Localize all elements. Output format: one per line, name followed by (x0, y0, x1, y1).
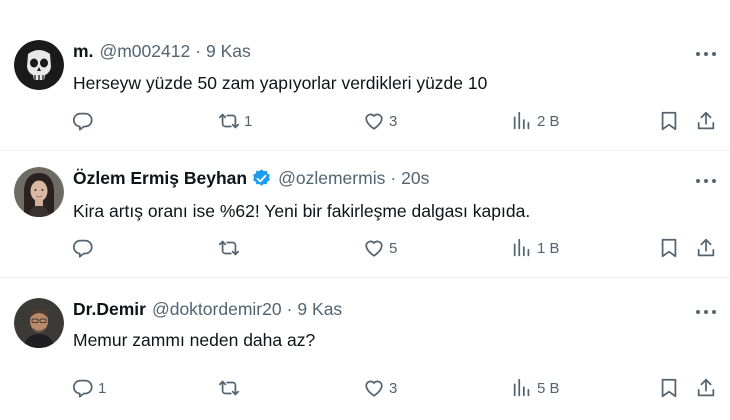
reply-icon (72, 379, 93, 398)
tweet[interactable]: Özlem Ermiş Beyhan @ozlemermis · 20s Kir… (0, 151, 730, 278)
timestamp[interactable]: 9 Kas (297, 299, 342, 320)
user-handle[interactable]: @m002412 (99, 41, 190, 62)
reply-icon (72, 239, 93, 258)
views-button[interactable]: 1 B (511, 234, 560, 262)
timestamp[interactable]: 20s (401, 168, 429, 189)
share-button[interactable] (695, 107, 717, 135)
action-bar: 1 3 2 B (0, 107, 730, 135)
avatar[interactable] (14, 298, 64, 348)
bookmark-button[interactable] (658, 374, 680, 402)
user-handle[interactable]: @doktordemir20 (152, 299, 282, 320)
separator-dot: · (286, 299, 293, 319)
like-count: 3 (389, 379, 398, 397)
share-icon (697, 378, 715, 397)
reply-button[interactable]: 1 (72, 374, 106, 402)
views-icon (513, 378, 530, 397)
tweet-header: m. @m002412 · 9 Kas (73, 41, 251, 62)
like-count: 3 (389, 112, 398, 130)
views-icon (513, 238, 530, 257)
views-count: 5 B (537, 379, 560, 397)
reply-button[interactable] (72, 234, 98, 262)
reply-button[interactable] (72, 107, 98, 135)
tweet[interactable]: Dr.Demir @doktordemir20 · 9 Kas Memur za… (0, 278, 730, 420)
separator-dot: · (195, 41, 202, 61)
retweet-icon (218, 113, 240, 129)
views-button[interactable]: 5 B (511, 374, 560, 402)
verified-badge-icon (251, 168, 272, 189)
more-icon[interactable] (694, 44, 718, 64)
tweet-header: Özlem Ermiş Beyhan @ozlemermis · 20s (73, 168, 429, 189)
separator-dot: · (390, 168, 397, 188)
retweet-count: 1 (244, 112, 253, 130)
avatar[interactable] (14, 40, 64, 90)
views-count: 1 B (537, 239, 560, 257)
more-icon[interactable] (694, 302, 718, 322)
heart-icon (365, 113, 383, 130)
tweet-text: Herseyw yüzde 50 zam yapıyorlar verdikle… (73, 73, 488, 93)
retweet-icon (218, 380, 240, 396)
bookmark-icon (661, 238, 677, 258)
reply-feed: m. @m002412 · 9 Kas Herseyw yüzde 50 zam… (0, 0, 730, 420)
views-count: 2 B (537, 112, 560, 130)
like-button[interactable]: 3 (363, 107, 397, 135)
more-icon[interactable] (694, 171, 718, 191)
bookmark-icon (661, 111, 677, 131)
tweet[interactable]: m. @m002412 · 9 Kas Herseyw yüzde 50 zam… (0, 0, 730, 151)
bookmark-button[interactable] (658, 234, 680, 262)
tweet-text: Memur zammı neden daha az? (73, 330, 316, 350)
bookmark-button[interactable] (658, 107, 680, 135)
tweet-text: Kira artış oranı ise %62! Yeni bir fakir… (73, 201, 531, 221)
like-count: 5 (389, 239, 398, 257)
share-button[interactable] (695, 234, 717, 262)
display-name[interactable]: Özlem Ermiş Beyhan (73, 168, 247, 189)
display-name[interactable]: Dr.Demir (73, 299, 146, 320)
views-button[interactable]: 2 B (511, 107, 560, 135)
retweet-button[interactable]: 1 (218, 107, 252, 135)
reply-count: 1 (98, 379, 107, 397)
like-button[interactable]: 3 (363, 374, 397, 402)
tweet-header: Dr.Demir @doktordemir20 · 9 Kas (73, 299, 342, 320)
heart-icon (365, 380, 383, 397)
user-handle[interactable]: @ozlemermis (278, 168, 385, 189)
share-icon (697, 238, 715, 257)
like-button[interactable]: 5 (363, 234, 397, 262)
action-bar: 1 3 5 B (0, 374, 730, 402)
bookmark-icon (661, 378, 677, 398)
views-icon (513, 111, 530, 130)
retweet-button[interactable] (218, 234, 244, 262)
timestamp[interactable]: 9 Kas (206, 41, 251, 62)
retweet-icon (218, 240, 240, 256)
heart-icon (365, 240, 383, 257)
reply-icon (72, 112, 93, 131)
action-bar: 5 1 B (0, 234, 730, 262)
display-name[interactable]: m. (73, 41, 93, 62)
share-icon (697, 111, 715, 130)
share-button[interactable] (695, 374, 717, 402)
avatar[interactable] (14, 167, 64, 217)
retweet-button[interactable] (218, 374, 244, 402)
